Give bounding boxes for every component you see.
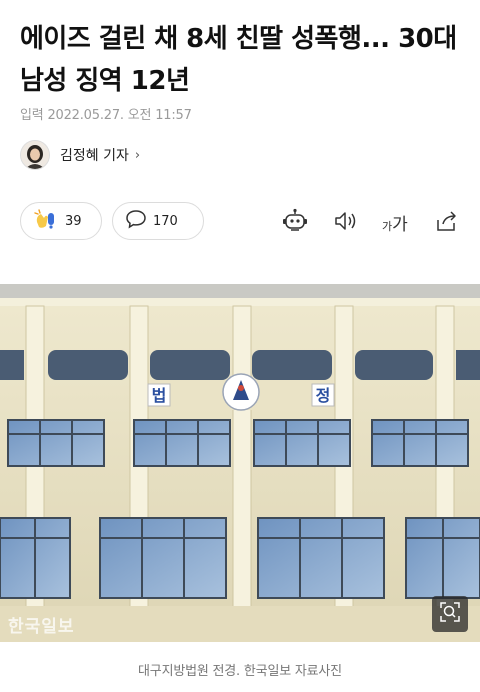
share-icon[interactable] — [434, 208, 460, 234]
published-date: 입력 2022.05.27. 오전 11:57 — [20, 104, 192, 123]
like-count: 39 — [65, 213, 82, 229]
clap-hands-icon — [33, 208, 59, 234]
like-button[interactable]: 39 — [20, 202, 102, 240]
article-headline: 에이즈 걸린 채 8세 친딸 성폭행... 30대 남성 징역 12년 — [20, 24, 457, 96]
court-sign-left: 법 — [152, 386, 167, 405]
article-action-bar: 39 170 가가 — [20, 202, 460, 242]
robot-icon[interactable] — [282, 208, 308, 234]
article-photo[interactable]: 법 정 — [0, 284, 480, 642]
published-time: 2022.05.27. 오전 11:57 — [47, 108, 192, 123]
reporter-byline[interactable]: 김정혜 기자 › — [20, 140, 140, 170]
photo-caption: 대구지방법원 전경. 한국일보 자료사진 — [138, 664, 342, 679]
chevron-right-icon: › — [134, 147, 141, 163]
photo-watermark: 한국일보 — [8, 617, 75, 637]
comment-button[interactable]: 170 — [112, 202, 204, 240]
published-label: 입력 — [20, 108, 44, 123]
court-sign-right: 정 — [316, 386, 331, 405]
zoom-icon — [439, 601, 461, 627]
font-size-large-label: 가 — [392, 215, 408, 235]
comment-count: 170 — [153, 213, 178, 229]
zoom-button[interactable] — [432, 596, 468, 632]
speech-bubble-icon — [125, 209, 147, 233]
reporter-name[interactable]: 김정혜 기자 — [60, 145, 129, 165]
font-size-small-label: 가 — [382, 220, 393, 233]
font-size-icon[interactable]: 가가 — [382, 210, 408, 235]
reporter-avatar — [20, 140, 50, 170]
speaker-icon[interactable] — [332, 208, 358, 234]
